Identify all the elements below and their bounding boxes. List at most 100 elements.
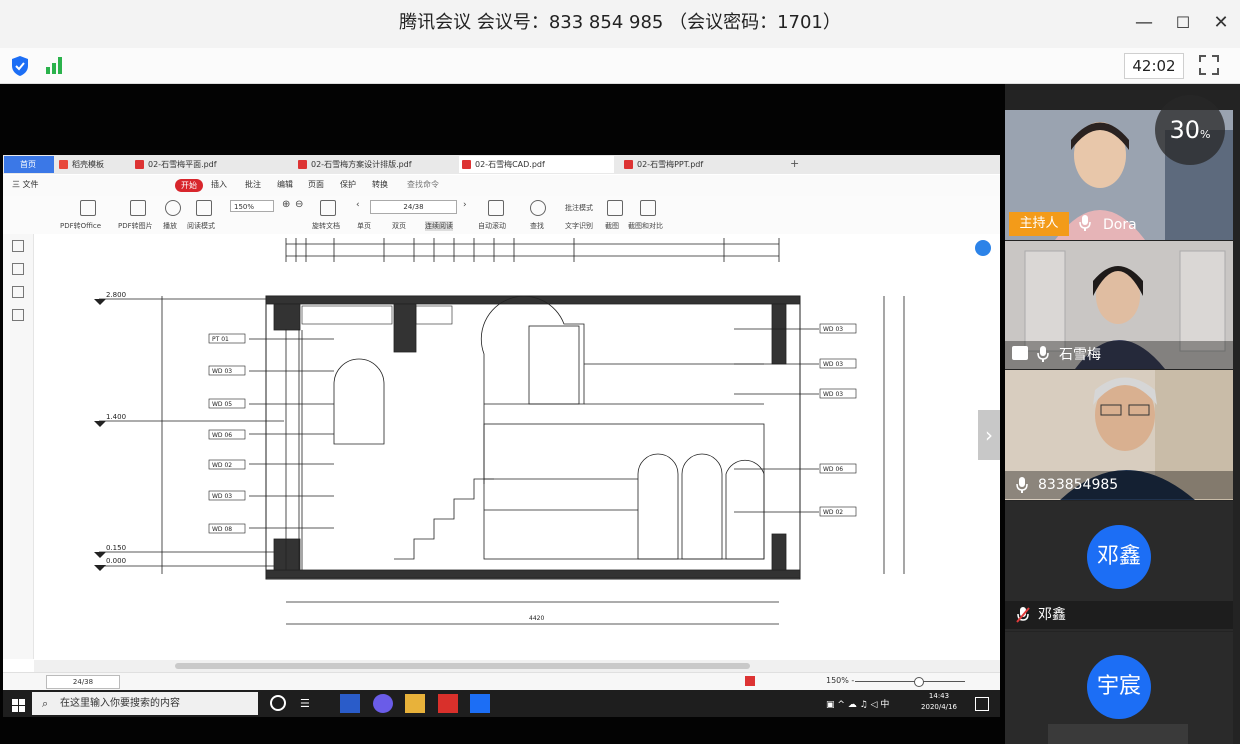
annotation-icon[interactable]: [12, 286, 24, 298]
participant-name: 石雪梅: [1059, 347, 1101, 363]
read-mode-icon[interactable]: [196, 200, 212, 216]
single-page-button[interactable]: 单页: [357, 221, 371, 231]
menu-file[interactable]: 三 文件: [12, 179, 39, 190]
menu-convert[interactable]: 转换: [372, 179, 388, 190]
microphone-muted-icon[interactable]: [1015, 606, 1031, 628]
auto-scroll-label: 自动滚动: [478, 222, 506, 230]
menu-search[interactable]: 查找命令: [407, 179, 439, 190]
material-tag: WD 03: [212, 493, 232, 500]
browser-taskbar-icon[interactable]: [373, 694, 393, 713]
taskbar-clock[interactable]: 14:43 2020/4/16: [915, 691, 963, 713]
menu-page[interactable]: 页面: [308, 179, 324, 190]
bookmark-icon[interactable]: [12, 263, 24, 275]
maximize-button[interactable]: ☐: [1165, 8, 1201, 38]
meeting-timer: 42:02: [1124, 53, 1184, 79]
notification-icon[interactable]: [975, 697, 989, 711]
pdf-to-office-icon[interactable]: [80, 200, 96, 216]
microphone-icon[interactable]: [1036, 345, 1050, 367]
zoom-slider[interactable]: [855, 681, 965, 682]
material-tag: WD 03: [823, 391, 843, 398]
rotate-icon[interactable]: [320, 200, 336, 216]
meeting-toolbar: [0, 48, 1240, 84]
wps-menu-row: [3, 175, 1000, 196]
auto-scroll-icon[interactable]: [488, 200, 504, 216]
annotate-mode-button[interactable]: 批注模式: [565, 203, 593, 213]
play-label: 播放: [163, 222, 177, 230]
tab-home[interactable]: 首页: [4, 156, 54, 173]
tencent-meeting-taskbar-icon[interactable]: [470, 694, 490, 713]
menu-insert[interactable]: 插入: [211, 179, 227, 190]
shield-icon[interactable]: [10, 55, 30, 81]
avatar: 宇宸: [1087, 655, 1151, 719]
material-tag: WD 08: [212, 526, 232, 533]
menu-protect[interactable]: 保护: [340, 179, 356, 190]
screenshot-icon[interactable]: [607, 200, 623, 216]
zoom-in-icon[interactable]: ⊕: [282, 199, 290, 210]
microphone-icon[interactable]: [1078, 214, 1092, 236]
play-icon[interactable]: [165, 200, 181, 216]
continuous-button[interactable]: 连续阅读: [425, 221, 453, 231]
minimize-button[interactable]: —: [1126, 8, 1162, 38]
zoom-slider-handle[interactable]: [914, 677, 924, 687]
level-label: 2.800: [106, 291, 126, 299]
level-label: 0.000: [106, 557, 126, 565]
pdf-icon: [135, 160, 144, 169]
pdf-to-image-label: PDF转图片: [118, 222, 153, 230]
participant-namebar: [1048, 724, 1188, 744]
microphone-icon[interactable]: [1015, 476, 1029, 498]
search-icon: ⌕: [42, 697, 49, 710]
share-quality-indicator: 30%: [1155, 95, 1225, 165]
pdf-to-image-icon[interactable]: [130, 200, 146, 216]
close-button[interactable]: ✕: [1203, 8, 1239, 38]
tab-docer[interactable]: 稻壳模板: [56, 156, 126, 173]
windows-start-icon[interactable]: [12, 697, 25, 716]
tray-icons[interactable]: ▣ ^ ☁ ♫ ◁ 中: [826, 697, 889, 710]
compare-icon[interactable]: [640, 200, 656, 216]
menu-edit[interactable]: 编辑: [277, 179, 293, 190]
menu-annotate[interactable]: 批注: [245, 179, 261, 190]
prev-page-icon[interactable]: ‹: [356, 200, 360, 210]
participant-name: 邓鑫: [1038, 607, 1066, 623]
record-icon[interactable]: [745, 676, 755, 686]
fullscreen-icon[interactable]: [1198, 54, 1220, 80]
read-mode-label: 阅读模式: [187, 222, 215, 230]
pdf-icon: [462, 160, 471, 169]
compare-label: 截图和对比: [628, 222, 663, 230]
next-page-arrow[interactable]: ›: [978, 410, 1000, 460]
rotate-label: 旋转文档: [312, 222, 340, 230]
assistant-icon[interactable]: [975, 240, 991, 256]
status-page-field[interactable]: 24/38: [46, 675, 120, 689]
signal-icon[interactable]: [44, 55, 66, 79]
tab-pdf-design[interactable]: 02-石雪梅方案设计排版.pdf: [295, 156, 455, 173]
material-tag: WD 02: [823, 509, 843, 516]
zoom-out-icon[interactable]: ⊖: [295, 199, 303, 210]
tab-pdf-plan[interactable]: 02-石雪梅平面.pdf: [132, 156, 290, 173]
next-page-icon[interactable]: ›: [463, 200, 467, 210]
level-label: 0.150: [106, 544, 126, 552]
search-panel-icon[interactable]: [12, 309, 24, 321]
material-tag: WD 02: [212, 462, 232, 469]
task-view-icon[interactable]: ☰: [300, 697, 310, 710]
tab-pdf-cad[interactable]: 02-石雪梅CAD.pdf: [459, 156, 614, 173]
menu-start[interactable]: 开始: [175, 179, 203, 192]
tab-pdf-ppt[interactable]: 02-石雪梅PPT.pdf: [621, 156, 781, 173]
new-tab-icon[interactable]: +: [790, 157, 799, 170]
material-tag: WD 03: [823, 326, 843, 333]
participant-name: 833854985: [1038, 477, 1119, 493]
zoom-field[interactable]: 150%: [230, 200, 274, 212]
pdf-taskbar-icon[interactable]: [438, 694, 458, 713]
thumbnail-icon[interactable]: [12, 240, 24, 252]
ocr-button[interactable]: 文字识别: [565, 221, 593, 231]
page-field[interactable]: 24/38: [370, 200, 457, 214]
find-icon[interactable]: [530, 200, 546, 216]
pdf-icon: [298, 160, 307, 169]
material-tag: PT 01: [212, 336, 229, 343]
double-page-button[interactable]: 双页: [392, 221, 406, 231]
material-tag: WD 03: [212, 368, 232, 375]
status-zoom: 150% -: [826, 676, 855, 685]
cortana-icon[interactable]: [270, 695, 286, 711]
wps-taskbar-icon[interactable]: [340, 694, 360, 713]
scrollbar-thumb[interactable]: [175, 663, 750, 669]
docer-icon: [59, 160, 68, 169]
explorer-taskbar-icon[interactable]: [405, 694, 425, 713]
